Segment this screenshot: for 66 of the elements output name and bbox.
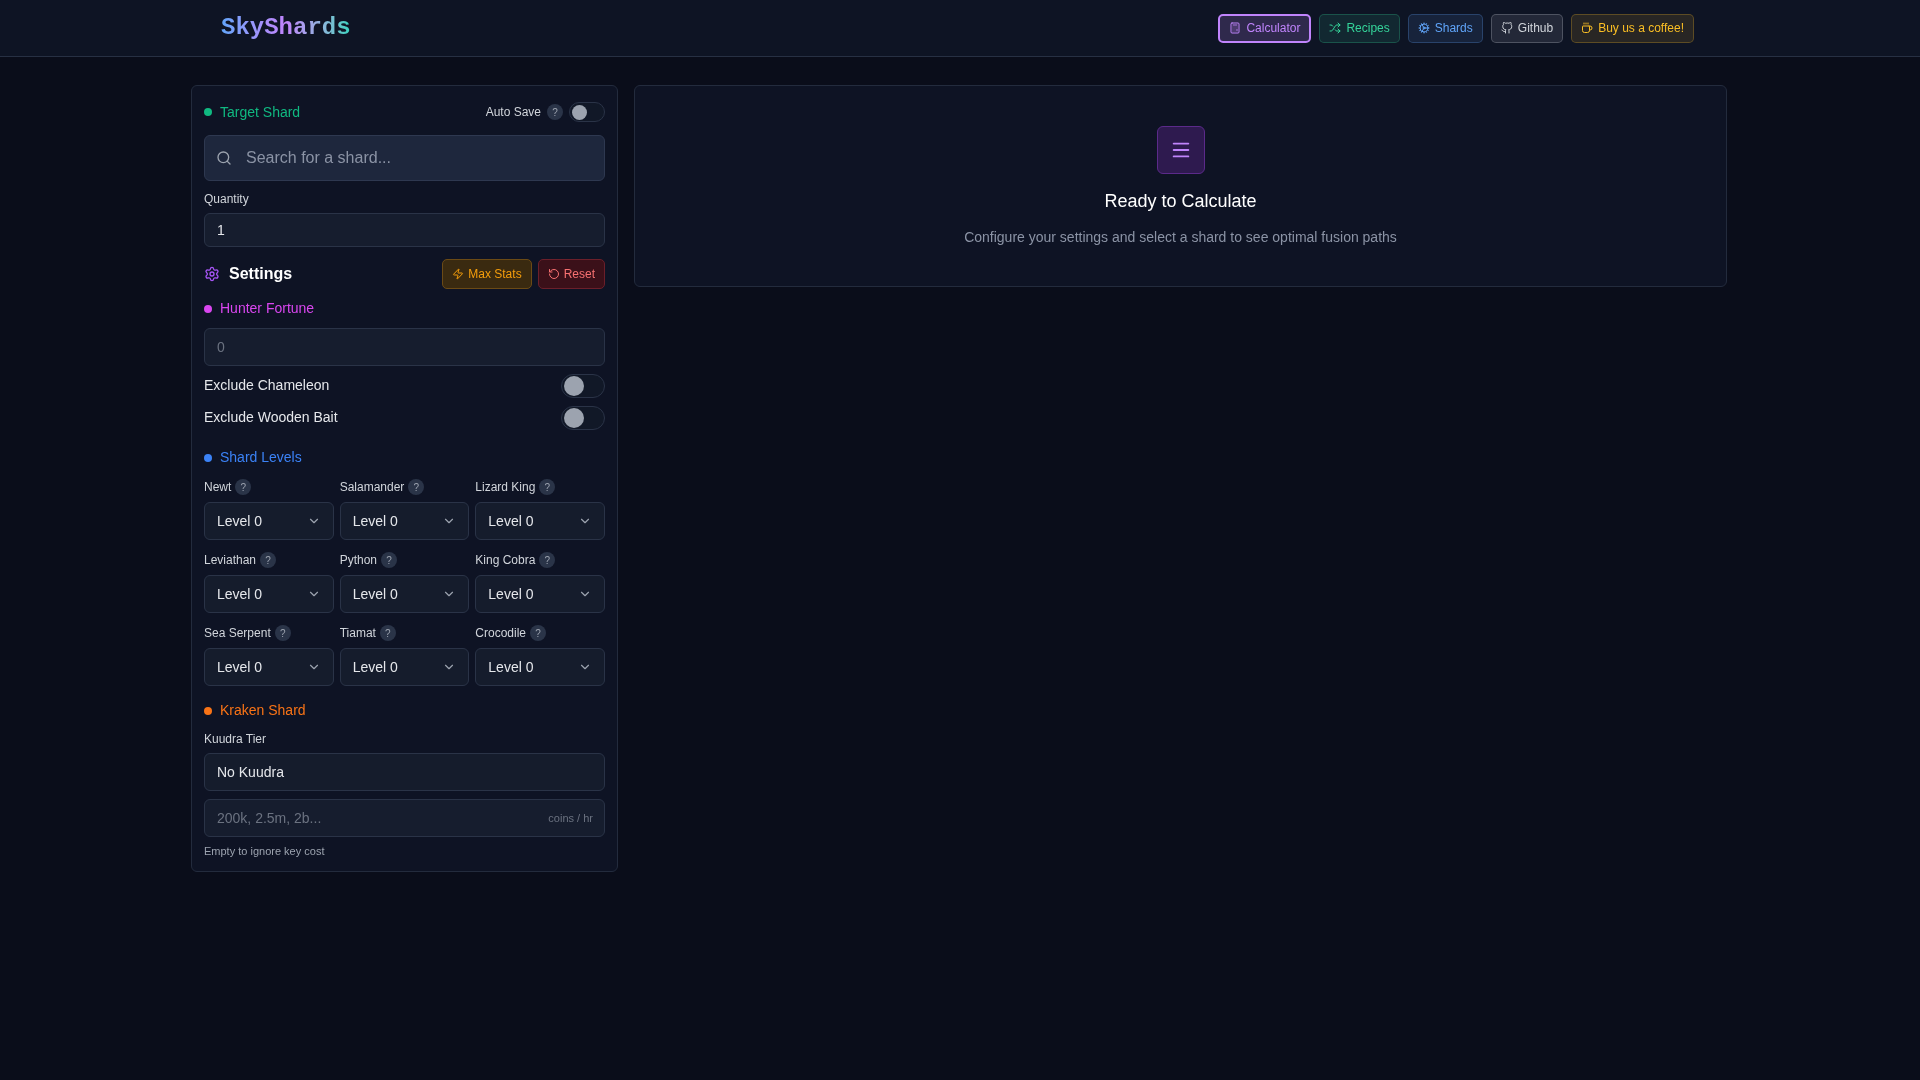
help-icon[interactable]: ? — [379, 625, 396, 641]
nav-icon — [1329, 22, 1342, 34]
help-icon[interactable]: ? — [547, 104, 563, 120]
shard-label: King Cobra — [475, 552, 536, 569]
result-subtitle: Configure your settings and select a shard to see optimal fusion paths — [964, 228, 1397, 247]
shard-label: Leviathan — [204, 552, 257, 569]
help-icon[interactable]: ? — [235, 479, 252, 495]
nav-icon — [1229, 22, 1242, 34]
nav-button[interactable]: Shards — [1407, 13, 1483, 43]
kuudra-tier-select[interactable]: No Kuudra — [204, 753, 605, 791]
hint-text: Empty to ignore key cost — [204, 844, 326, 859]
toggle-switch[interactable] — [569, 102, 605, 122]
help-icon[interactable]: ? — [539, 552, 556, 568]
reset-button[interactable]: Reset — [537, 259, 605, 289]
section-label: Hunter Fortune — [220, 299, 315, 318]
lightning-icon — [452, 268, 465, 280]
help-icon[interactable]: ? — [530, 625, 547, 641]
toggle-switch[interactable] — [561, 373, 605, 398]
nav-button[interactable]: Calculator — [1218, 13, 1312, 43]
result-title: Ready to Calculate — [1104, 190, 1257, 213]
level-select[interactable]: Level 0 — [204, 648, 334, 686]
toggle-label: Exclude Wooden Bait — [204, 408, 338, 427]
nav-icon — [1417, 22, 1430, 34]
help-icon[interactable]: ? — [260, 552, 277, 568]
shard-label: Tiamat — [339, 625, 376, 642]
menu-icon — [1156, 126, 1205, 174]
shard-label: Lizard King — [475, 479, 536, 496]
help-icon[interactable]: ? — [408, 479, 425, 495]
help-icon[interactable]: ? — [381, 552, 397, 568]
nav-button[interactable]: Recipes — [1319, 13, 1400, 43]
section-label: Shard Levels — [220, 448, 302, 467]
shard-label: Newt — [204, 479, 232, 496]
settings-icon — [204, 266, 220, 282]
section-label: Kraken Shard — [220, 701, 306, 720]
settings-title: Settings — [229, 264, 293, 284]
shard-label: Salamander — [339, 479, 405, 496]
toggle-switch[interactable] — [561, 405, 605, 430]
shard-label: Crocodile — [475, 625, 527, 642]
help-icon[interactable]: ? — [274, 625, 291, 641]
shard-label: Python — [339, 552, 377, 569]
unit-label: coins / hr — [548, 811, 593, 826]
nav-button[interactable]: Buy us a coffee! — [1571, 13, 1694, 43]
max-stats-button[interactable]: Max Stats — [442, 259, 532, 289]
search-icon — [216, 150, 232, 166]
level-select[interactable]: Level 0 — [475, 575, 605, 613]
reset-icon — [547, 268, 560, 280]
level-select[interactable]: Level 0 — [339, 648, 470, 686]
shard-label: Sea Serpent — [204, 625, 271, 642]
search-field[interactable]: Search for a shard... — [204, 135, 605, 181]
level-select[interactable]: Level 0 — [204, 575, 334, 613]
help-icon[interactable]: ? — [539, 479, 556, 495]
auto-save-label: Auto Save — [485, 104, 541, 121]
field-label: Quantity — [204, 191, 250, 208]
level-select[interactable]: Level 0 — [339, 502, 470, 540]
level-select[interactable]: Level 0 — [339, 575, 470, 613]
level-select[interactable]: Level 0 — [475, 502, 605, 540]
level-select[interactable]: Level 0 — [475, 648, 605, 686]
hunter-fortune-field[interactable]: 0 — [204, 328, 605, 366]
field-label: Kuudra Tier — [204, 731, 268, 748]
level-select[interactable]: Level 0 — [204, 502, 334, 540]
nav-button[interactable]: Github — [1490, 13, 1564, 43]
toggle-label: Exclude Chameleon — [204, 376, 330, 395]
section-label: Target Shard — [220, 102, 301, 122]
nav-icon — [1581, 22, 1594, 34]
quantity-field[interactable]: 1 — [204, 213, 605, 247]
nav-icon — [1500, 22, 1513, 34]
